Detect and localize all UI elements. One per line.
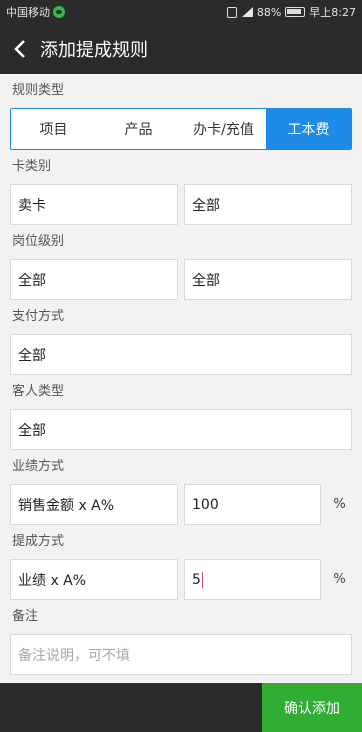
card-category-select[interactable]: 卖卡 xyxy=(10,184,178,225)
battery-icon xyxy=(285,7,306,17)
form: 规则类型 项目 产品 办卡/充值 工本费 卡类别 卖卡 全部 岗位级别 全部 全… xyxy=(0,74,362,675)
level-select[interactable]: 全部 xyxy=(184,259,352,300)
position-level-label: 岗位级别 xyxy=(12,234,65,249)
status-bar: 中国移动 88% 早上8:27 xyxy=(0,0,362,24)
rule-type-label: 规则类型 xyxy=(12,83,65,98)
payment-method-label: 支付方式 xyxy=(12,309,65,324)
clock: 早上8:27 xyxy=(309,6,356,19)
payment-method-select[interactable]: 全部 xyxy=(10,334,352,375)
commission-formula-select[interactable]: 业绩 x A% xyxy=(10,559,178,600)
customer-type-select[interactable]: 全部 xyxy=(10,409,352,450)
tab-material-fee[interactable]: 工本费 xyxy=(266,109,351,149)
commission-value-text: 5 xyxy=(192,571,201,588)
back-arrow-icon[interactable] xyxy=(0,24,40,74)
rule-type-tabs: 项目 产品 办卡/充值 工本费 xyxy=(10,108,352,150)
bottom-bar: 确认添加 xyxy=(0,683,362,732)
card-category-label: 卡类别 xyxy=(12,159,52,174)
nav-bar: 添加提成规则 xyxy=(0,24,362,74)
remark-input[interactable]: 备注说明，可不填 xyxy=(10,634,352,675)
status-right: 88% 早上8:27 xyxy=(226,4,356,20)
battery-percent: 88% xyxy=(256,5,282,19)
card-subcategory-select[interactable]: 全部 xyxy=(184,184,352,225)
carrier-group: 中国移动 xyxy=(6,4,65,20)
confirm-add-button[interactable]: 确认添加 xyxy=(262,683,362,732)
commission-value-input[interactable]: 5 xyxy=(184,559,321,600)
commission-method-label: 提成方式 xyxy=(12,534,65,549)
page-title: 添加提成规则 xyxy=(40,40,148,61)
vibrate-icon xyxy=(226,6,237,18)
performance-formula-select[interactable]: 销售金额 x A% xyxy=(10,484,178,525)
wechat-notification-icon xyxy=(53,6,65,18)
performance-method-label: 业绩方式 xyxy=(12,459,65,474)
text-cursor xyxy=(201,571,204,588)
carrier-name: 中国移动 xyxy=(6,6,50,19)
tab-product[interactable]: 产品 xyxy=(96,109,181,149)
signal-icon xyxy=(241,7,253,17)
remark-label: 备注 xyxy=(12,609,39,624)
position-select[interactable]: 全部 xyxy=(10,259,178,300)
performance-value-input[interactable]: 100 xyxy=(184,484,321,525)
customer-type-label: 客人类型 xyxy=(12,384,65,399)
commission-unit: % xyxy=(333,572,346,587)
performance-unit: % xyxy=(333,497,346,512)
tab-card-recharge[interactable]: 办卡/充值 xyxy=(181,109,266,149)
tab-project[interactable]: 项目 xyxy=(11,109,96,149)
